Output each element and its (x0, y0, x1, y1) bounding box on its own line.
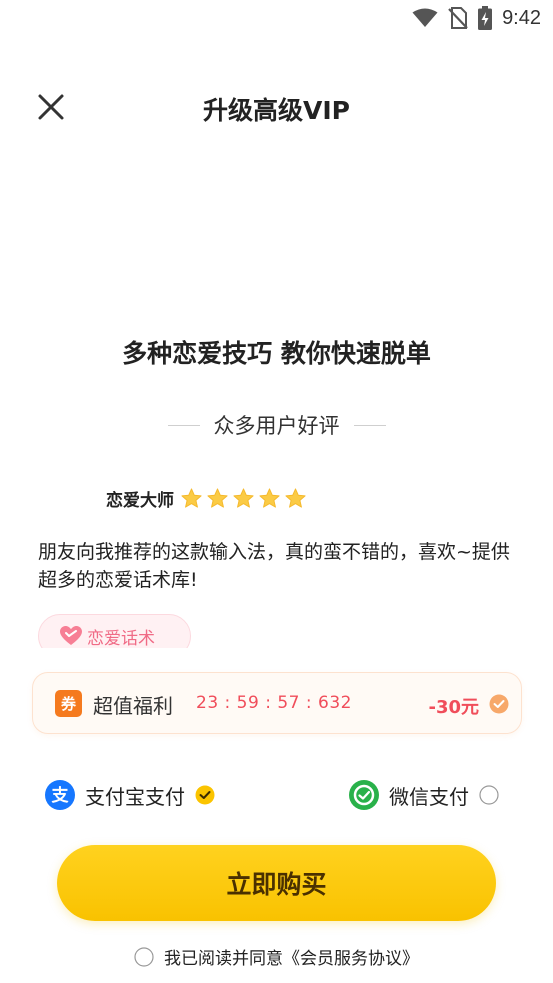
review-tag: 恋爱话术 (38, 614, 198, 648)
vip-upgrade-page: 9:42 升级高级VIP 多种恋爱技巧 教你快速脱单 众多用户好评 恋爱大师 朋… (0, 0, 553, 983)
membership-agreement-link[interactable]: 《会员服务协议》 (283, 944, 419, 969)
status-time: 9:42 (502, 6, 541, 29)
star-icon (181, 488, 202, 508)
agreement-checkbox[interactable] (134, 946, 154, 967)
no-sim-icon (448, 7, 468, 29)
status-bar: 9:42 (0, 0, 553, 38)
divider-line (167, 424, 200, 426)
offer-card[interactable]: 券 超值福利 23 : 59 : 57 : 632 -30元 (32, 672, 522, 734)
unchecked-radio-icon[interactable] (479, 785, 499, 805)
alipay-option[interactable]: 支 支付宝支付 (45, 780, 215, 810)
battery-charging-icon (478, 6, 493, 30)
heart-icon (60, 626, 82, 645)
coupon-icon: 券 (55, 690, 82, 717)
reviewer-name: 恋爱大师 (106, 491, 174, 511)
divider-line (353, 424, 386, 426)
star-icon (259, 488, 280, 508)
wechat-pay-label: 微信支付 (389, 784, 469, 809)
star-icon (207, 488, 228, 508)
reviews-heading: 众多用户好评 (0, 410, 553, 440)
reviews-heading-text: 众多用户好评 (213, 414, 340, 438)
alipay-icon: 支 (45, 780, 75, 810)
review-tag-label: 恋爱话术 (87, 628, 155, 649)
offer-title: 超值福利 (93, 694, 173, 718)
agreement-text: 我已阅读并同意 (164, 949, 283, 969)
checked-radio-icon[interactable] (195, 785, 215, 805)
buy-now-label: 立即购买 (226, 871, 327, 899)
review-author-row: 恋爱大师 (106, 486, 307, 511)
wifi-icon (412, 8, 438, 27)
page-title: 升级高级VIP (203, 96, 350, 125)
headline: 多种恋爱技巧 教你快速脱单 (122, 339, 431, 368)
wechat-pay-option[interactable]: 微信支付 (349, 780, 499, 810)
status-icons: 9:42 (412, 6, 541, 30)
star-icon (233, 488, 254, 508)
star-icon (285, 488, 306, 508)
rating-stars (180, 487, 307, 510)
countdown-timer: 23 : 59 : 57 : 632 (196, 693, 352, 713)
agreement-row: 我已阅读并同意 《会员服务协议》 (0, 944, 553, 969)
alipay-label: 支付宝支付 (85, 784, 185, 809)
svg-text:支: 支 (52, 785, 70, 806)
check-circle-icon (489, 694, 509, 714)
discount-amount: -30元 (428, 697, 479, 718)
wechat-pay-icon (349, 780, 379, 810)
buy-now-button[interactable]: 立即购买 (57, 845, 496, 921)
review-text: 朋友向我推荐的这款输入法，真的蛮不错的，喜欢~提供超多的恋爱话术库! (38, 541, 510, 591)
review-tag-pill: 恋爱话术 (38, 614, 191, 648)
